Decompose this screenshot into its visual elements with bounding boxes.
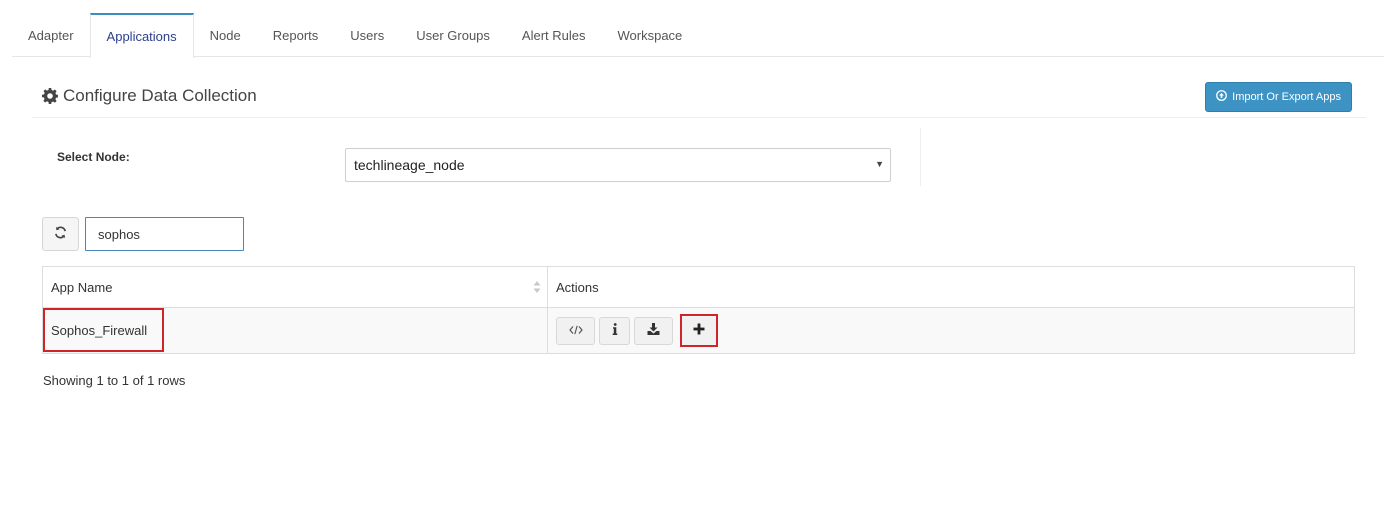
download-icon [647,323,660,338]
page-title-text: Configure Data Collection [63,86,257,105]
column-header-app-name[interactable]: App Name [43,267,548,307]
gear-icon [42,88,58,104]
column-header-actions: Actions [548,267,1354,307]
actions-cell [548,308,1354,353]
add-highlight-box [680,314,718,347]
info-icon [612,323,618,338]
apps-table: App Name Actions Sophos_Firewall [42,266,1355,354]
view-code-button[interactable] [556,316,595,345]
refresh-button[interactable] [42,217,79,251]
add-button[interactable] [682,316,716,345]
divider [920,128,921,186]
info-button[interactable] [599,316,630,345]
pagination-info: Showing 1 to 1 of 1 rows [43,373,186,388]
import-export-label: Import Or Export Apps [1232,91,1341,103]
sort-icon [533,280,541,294]
download-button[interactable] [634,316,673,345]
column-label: Actions [556,279,599,295]
node-select[interactable]: techlineage_node ▼ [345,148,891,182]
tab-alert-rules[interactable]: Alert Rules [506,13,602,57]
tab-users[interactable]: Users [334,13,400,57]
column-label: App Name [51,279,113,295]
refresh-icon [54,226,67,242]
import-export-button[interactable]: Import Or Export Apps [1205,82,1352,112]
page-header: Configure Data Collection Import Or Expo… [32,78,1366,118]
page-title: Configure Data Collection [42,86,257,106]
tab-reports[interactable]: Reports [257,13,335,57]
code-icon [568,324,583,338]
node-select-value: techlineage_node [354,157,465,173]
table-row: Sophos_Firewall [43,308,1354,353]
select-node-label: Select Node: [57,150,130,164]
tab-applications[interactable]: Applications [89,13,194,58]
tab-node[interactable]: Node [194,13,257,57]
caret-down-icon: ▼ [875,159,884,169]
highlight-box [43,308,164,352]
search-input[interactable] [85,217,244,251]
app-name-cell: Sophos_Firewall [43,308,548,353]
top-tabs: Adapter Applications Node Reports Users … [12,13,1384,58]
tab-adapter[interactable]: Adapter [12,13,90,57]
tab-workspace[interactable]: Workspace [602,13,699,57]
plus-icon [693,323,705,338]
circle-arrow-icon [1216,90,1228,104]
tab-user-groups[interactable]: User Groups [400,13,506,57]
table-header: App Name Actions [43,267,1354,308]
